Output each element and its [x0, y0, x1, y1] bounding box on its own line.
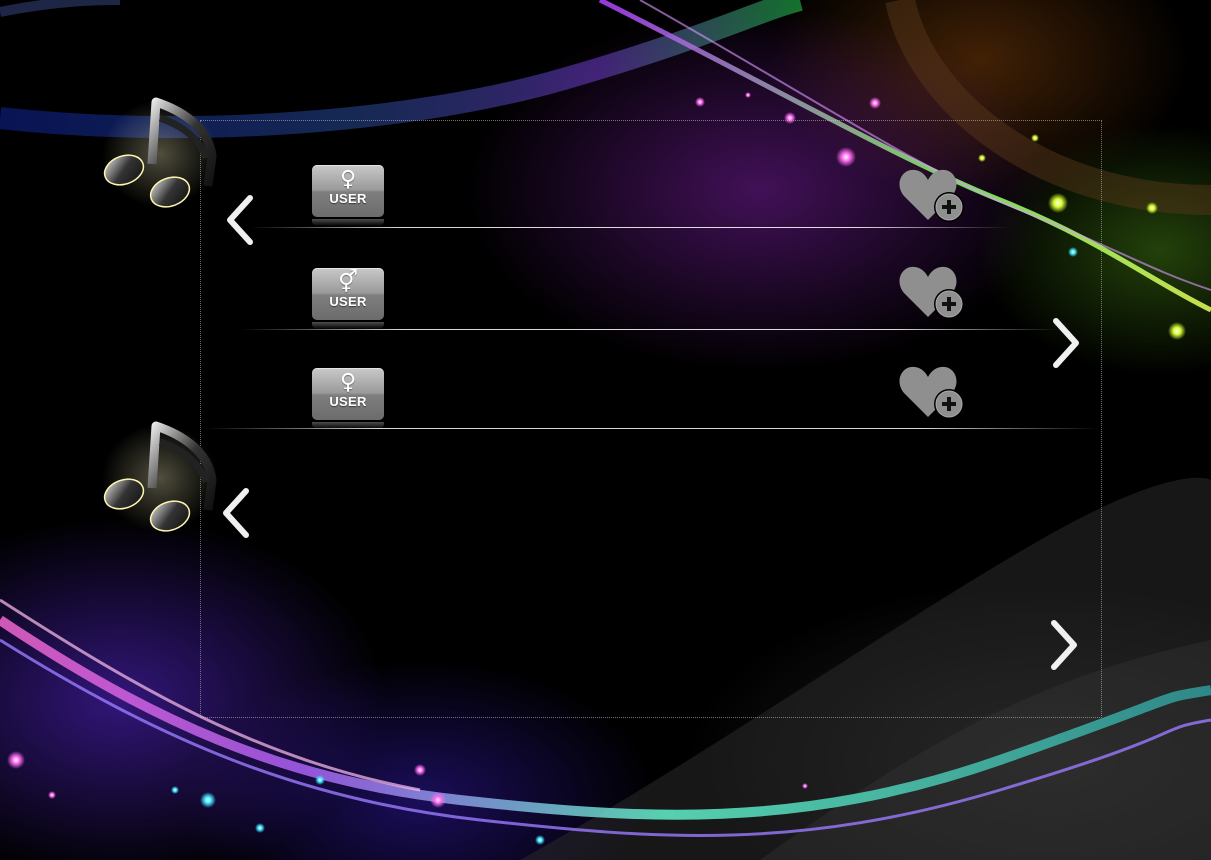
user-badge-label: USER	[329, 294, 367, 309]
heart-add-icon[interactable]	[898, 263, 966, 321]
female-symbol-icon: ♀	[339, 370, 357, 395]
user-badge-label: USER	[329, 394, 367, 409]
heart-add-icon[interactable]	[898, 363, 966, 421]
badge-reflection	[312, 322, 384, 329]
stage: ♀ USER ⚥ USER ♀ USER	[0, 0, 1211, 860]
chevron-left-icon[interactable]	[222, 194, 256, 246]
user-badge-unisex[interactable]: ⚥ USER	[312, 268, 384, 329]
unisex-symbol-icon: ⚥	[338, 270, 358, 295]
user-badge-female[interactable]: ♀ USER	[312, 165, 384, 226]
row-divider	[240, 329, 1060, 330]
music-note-icon	[102, 421, 218, 532]
heart-add-icon[interactable]	[898, 166, 966, 224]
row-divider	[205, 428, 1100, 429]
user-badge-female[interactable]: ♀ USER	[312, 368, 384, 429]
chevron-left-icon[interactable]	[218, 487, 252, 539]
chevron-right-icon[interactable]	[1048, 619, 1082, 671]
chevron-right-icon[interactable]	[1050, 317, 1084, 369]
badge-reflection	[312, 219, 384, 226]
female-symbol-icon: ♀	[339, 167, 357, 192]
row-divider	[250, 227, 1010, 228]
user-badge-label: USER	[329, 191, 367, 206]
music-note-icon	[102, 97, 218, 208]
